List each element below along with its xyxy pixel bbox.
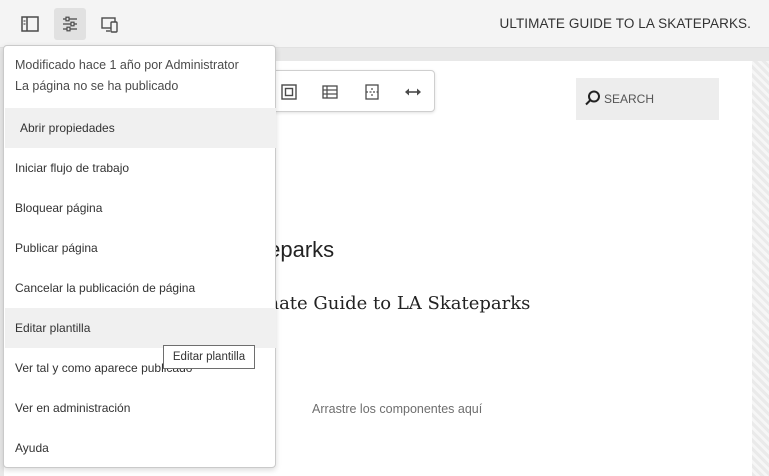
menu-item-publish-page[interactable]: Publicar página <box>5 228 276 268</box>
layout-icon <box>365 84 379 100</box>
menu-item-open-properties[interactable]: Abrir propiedades <box>5 108 276 148</box>
search-input[interactable] <box>604 90 714 108</box>
page-properties-icon <box>63 16 77 32</box>
editor-topbar: ULTIMATE GUIDE TO LA SKATEPARKS. <box>0 0 769 48</box>
canvas-gutter <box>752 61 769 476</box>
page-title: ULTIMATE GUIDE TO LA SKATEPARKS. <box>499 16 751 31</box>
select-parent-button[interactable] <box>278 81 300 103</box>
layout-button[interactable] <box>361 81 383 103</box>
menu-item-edit-template[interactable]: Editar plantilla <box>5 308 276 348</box>
menu-item-help[interactable]: Ayuda <box>5 428 276 468</box>
menu-item-lock-page[interactable]: Bloquear página <box>5 188 276 228</box>
page-information-button[interactable] <box>54 8 86 40</box>
page-information-menu: Modificado hace 1 año por Administrator … <box>3 45 276 468</box>
emulator-icon <box>101 17 118 33</box>
table-icon <box>322 85 338 99</box>
menu-item-view-in-admin[interactable]: Ver en administración <box>5 388 276 428</box>
drag-components-placeholder[interactable]: Arrastre los componentes aquí <box>312 402 482 416</box>
edit-template-tooltip: Editar plantilla <box>163 345 255 369</box>
publish-status: La página no se ha publicado <box>15 79 179 93</box>
emulator-button[interactable] <box>94 8 126 40</box>
side-panel-icon <box>21 16 39 32</box>
component-toolbar <box>250 70 435 112</box>
table-button[interactable] <box>319 81 341 103</box>
menu-item-start-workflow[interactable]: Iniciar flujo de trabajo <box>5 148 276 188</box>
resize-icon <box>405 88 421 96</box>
menu-item-unpublish-page[interactable]: Cancelar la publicación de página <box>5 268 276 308</box>
resize-button[interactable] <box>402 81 424 103</box>
search-icon <box>585 90 600 106</box>
select-parent-icon <box>281 84 297 100</box>
modified-info: Modificado hace 1 año por Administrator <box>15 58 239 72</box>
page-subheading: mate Guide to LA Skateparks <box>262 293 531 314</box>
search-box[interactable] <box>576 78 719 120</box>
toggle-side-panel-button[interactable] <box>14 8 46 40</box>
